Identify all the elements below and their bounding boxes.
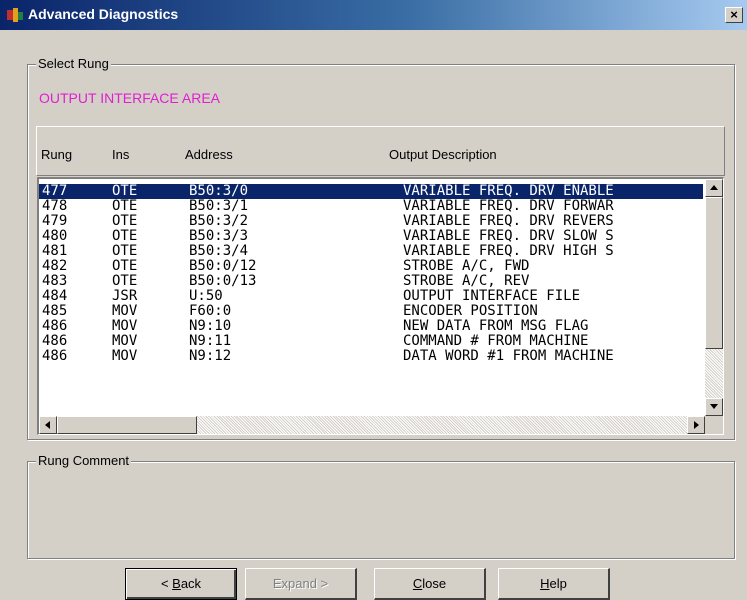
cell-rung: 486 xyxy=(42,333,68,349)
cell-address: B50:3/3 xyxy=(189,228,249,244)
cell-ins: MOV xyxy=(112,303,138,319)
cell-ins: OTE xyxy=(112,213,138,229)
table-row[interactable]: 479 OTE B50:3/2 VARIABLE FREQ. DRV REVERS xyxy=(39,214,703,229)
cell-address: F60:0 xyxy=(189,303,232,319)
arrow-left-icon xyxy=(45,421,50,429)
table-row[interactable]: 486 MOV N9:12 DATA WORD #1 FROM MACHINE xyxy=(39,349,703,364)
vertical-scrollbar[interactable] xyxy=(705,179,723,416)
cell-rung: 477 xyxy=(42,183,68,199)
area-label: OUTPUT INTERFACE AREA xyxy=(39,90,220,106)
rung-comment-group: Rung Comment xyxy=(27,453,735,559)
cell-description: NEW DATA FROM MSG FLAG xyxy=(403,318,589,334)
column-header-ins[interactable]: Ins xyxy=(112,147,129,162)
cell-address: B50:0/13 xyxy=(189,273,257,289)
scrollbar-corner xyxy=(705,416,723,434)
scroll-up-button[interactable] xyxy=(705,179,723,197)
cell-address: B50:3/2 xyxy=(189,213,249,229)
cell-address: N9:10 xyxy=(189,318,232,334)
vertical-scroll-thumb[interactable] xyxy=(705,197,723,349)
cell-rung: 484 xyxy=(42,288,68,304)
arrow-down-icon xyxy=(710,404,718,409)
table-row[interactable]: 482 OTE B50:0/12 STROBE A/C, FWD xyxy=(39,259,703,274)
arrow-up-icon xyxy=(710,185,718,190)
cell-description: COMMAND # FROM MACHINE xyxy=(403,333,589,349)
horizontal-scroll-thumb[interactable] xyxy=(57,416,197,434)
cell-description: VARIABLE FREQ. DRV SLOW S xyxy=(403,228,614,244)
help-button[interactable]: Help xyxy=(498,568,610,600)
cell-ins: OTE xyxy=(112,258,138,274)
arrow-right-icon xyxy=(694,421,699,429)
cell-address: B50:3/4 xyxy=(189,243,249,259)
column-header-rung[interactable]: Rung xyxy=(41,147,72,162)
column-header-output-description[interactable]: Output Description xyxy=(389,147,497,162)
rung-comment-legend: Rung Comment xyxy=(36,453,132,468)
table-row[interactable]: 486 MOV N9:11 COMMAND # FROM MACHINE xyxy=(39,334,703,349)
table-row[interactable]: 484 JSR U:50 OUTPUT INTERFACE FILE xyxy=(39,289,703,304)
cell-address: N9:12 xyxy=(189,348,232,364)
table-row[interactable]: 480 OTE B50:3/3 VARIABLE FREQ. DRV SLOW S xyxy=(39,229,703,244)
scroll-right-button[interactable] xyxy=(687,416,705,434)
cell-rung: 482 xyxy=(42,258,68,274)
expand-button[interactable]: Expand > xyxy=(245,568,357,600)
table-row[interactable]: 481 OTE B50:3/4 VARIABLE FREQ. DRV HIGH S xyxy=(39,244,703,259)
cell-rung: 479 xyxy=(42,213,68,229)
cell-rung: 485 xyxy=(42,303,68,319)
cell-description: OUTPUT INTERFACE FILE xyxy=(403,288,581,304)
cell-rung: 480 xyxy=(42,228,68,244)
table-row[interactable]: 485 MOV F60:0 ENCODER POSITION xyxy=(39,304,703,319)
cell-rung: 486 xyxy=(42,318,68,334)
close-icon: × xyxy=(730,7,738,22)
cell-description: VARIABLE FREQ. DRV REVERS xyxy=(403,213,614,229)
cell-ins: OTE xyxy=(112,273,138,289)
app-icon xyxy=(7,8,23,22)
window-title: Advanced Diagnostics xyxy=(28,6,179,22)
cell-ins: OTE xyxy=(112,183,138,199)
column-header-address[interactable]: Address xyxy=(185,147,233,162)
cell-rung: 478 xyxy=(42,198,68,214)
cell-ins: MOV xyxy=(112,333,138,349)
title-bar[interactable]: Advanced Diagnostics × xyxy=(0,0,747,30)
cell-ins: OTE xyxy=(112,228,138,244)
cell-description: STROBE A/C, REV xyxy=(403,273,530,289)
cell-rung: 481 xyxy=(42,243,68,259)
scroll-down-button[interactable] xyxy=(705,398,723,416)
table-row[interactable]: 477 OTE B50:3/0 VARIABLE FREQ. DRV ENABLE xyxy=(39,184,703,199)
cell-description: STROBE A/C, FWD xyxy=(403,258,530,274)
scroll-left-button[interactable] xyxy=(39,416,57,434)
advanced-diagnostics-window: Advanced Diagnostics × Select Rung OUTPU… xyxy=(0,0,747,600)
table-row[interactable]: 486 MOV N9:10 NEW DATA FROM MSG FLAG xyxy=(39,319,703,334)
cell-address: B50:3/0 xyxy=(189,183,249,199)
close-window-button[interactable]: × xyxy=(725,7,743,23)
table-header: Rung Ins Address Output Description xyxy=(36,126,725,176)
cell-ins: OTE xyxy=(112,243,138,259)
cell-description: VARIABLE FREQ. DRV HIGH S xyxy=(403,243,614,259)
cell-rung: 483 xyxy=(42,273,68,289)
cell-ins: OTE xyxy=(112,198,138,214)
cell-ins: JSR xyxy=(112,288,138,304)
horizontal-scrollbar[interactable] xyxy=(39,416,705,434)
close-button[interactable]: Close xyxy=(374,568,486,600)
cell-ins: MOV xyxy=(112,348,138,364)
cell-description: DATA WORD #1 FROM MACHINE xyxy=(403,348,614,364)
rung-list[interactable]: 477 OTE B50:3/0 VARIABLE FREQ. DRV ENABLE 47… xyxy=(37,177,724,435)
cell-description: VARIABLE FREQ. DRV FORWAR xyxy=(403,198,614,214)
cell-ins: MOV xyxy=(112,318,138,334)
cell-address: B50:0/12 xyxy=(189,258,257,274)
cell-address: B50:3/1 xyxy=(189,198,249,214)
cell-description: VARIABLE FREQ. DRV ENABLE xyxy=(403,183,614,199)
cell-address: N9:11 xyxy=(189,333,232,349)
cell-address: U:50 xyxy=(189,288,223,304)
select-rung-legend: Select Rung xyxy=(36,56,111,71)
table-row[interactable]: 483 OTE B50:0/13 STROBE A/C, REV xyxy=(39,274,703,289)
cell-description: ENCODER POSITION xyxy=(403,303,538,319)
table-row[interactable]: 478 OTE B50:3/1 VARIABLE FREQ. DRV FORWAR xyxy=(39,199,703,214)
back-button[interactable]: < Back xyxy=(125,568,237,600)
cell-rung: 486 xyxy=(42,348,68,364)
